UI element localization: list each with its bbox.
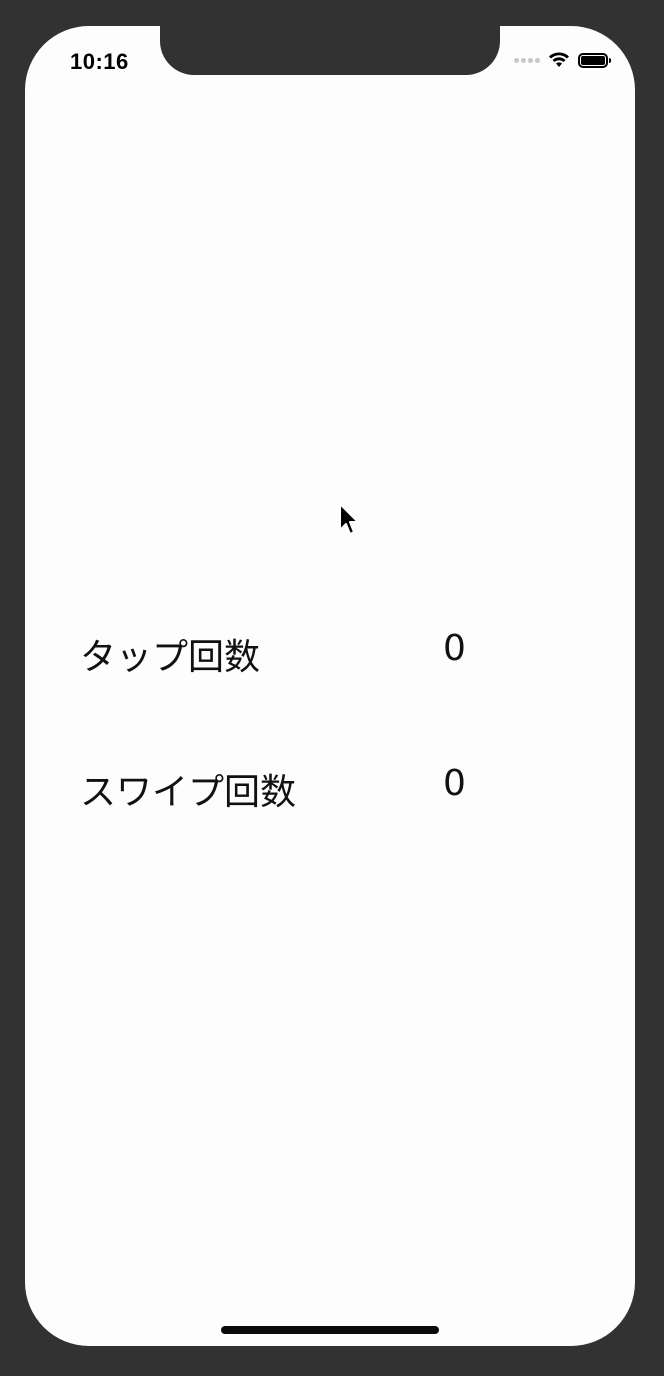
wifi-icon <box>549 52 569 67</box>
signal-icon <box>514 57 540 63</box>
home-indicator[interactable] <box>221 1326 439 1334</box>
status-indicators <box>514 52 611 68</box>
swipe-count-label: スワイプ回数 <box>80 772 297 813</box>
app-screen[interactable]: タップ回数 0 スワイプ回数 0 <box>25 26 635 1346</box>
battery-icon <box>578 52 611 68</box>
device-notch <box>160 25 500 75</box>
swipe-count-value: 0 <box>443 763 466 804</box>
tap-count-label: タップ回数 <box>80 637 261 678</box>
cursor-icon <box>339 503 359 535</box>
tap-count-value: 0 <box>443 628 466 669</box>
status-time: 10:16 <box>70 49 129 74</box>
